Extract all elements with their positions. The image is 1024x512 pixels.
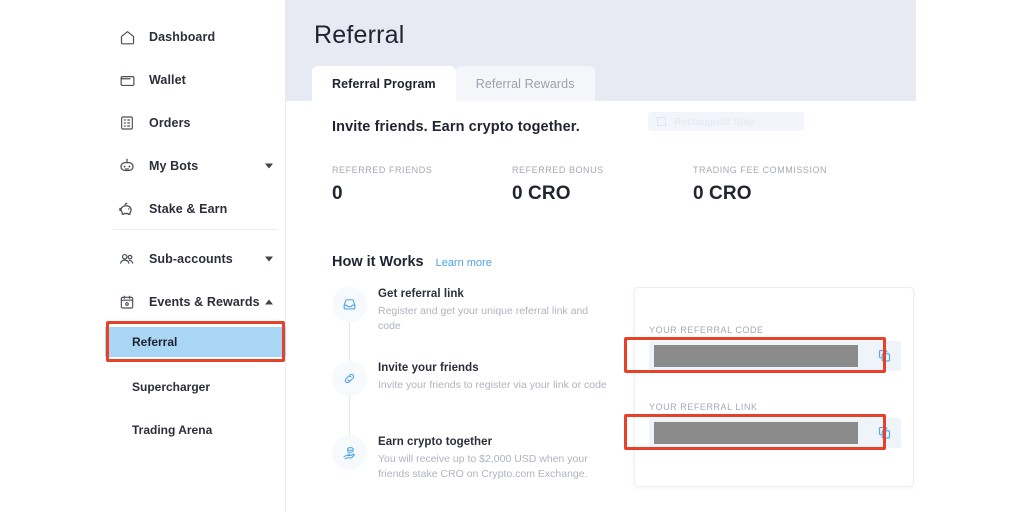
app-root: Dashboard Wallet Orders My Bots Stake & … (0, 0, 1024, 512)
step-text: Earn crypto together You will receive up… (378, 435, 610, 482)
stat-label: REFERRED BONUS (512, 165, 604, 175)
rectangular-snip-overlay: Rectangular Snip (648, 112, 804, 131)
link-icon (332, 361, 367, 396)
sidebar-item-dashboard[interactable]: Dashboard (105, 20, 286, 54)
sidebar-item-trading-arena[interactable]: Trading Arena (105, 415, 286, 445)
step-get-referral-link: Get referral link Register and get your … (332, 287, 612, 334)
home-icon (116, 26, 138, 48)
referral-code-label: YOUR REFERRAL CODE (649, 325, 764, 335)
referral-code-card: YOUR REFERRAL CODE YOUR REFERRAL LINK (634, 287, 914, 487)
sidebar-item-label: Events & Rewards (149, 295, 260, 309)
sidebar-item-stake-and-earn[interactable]: Stake & Earn (105, 192, 286, 226)
sidebar-item-supercharger[interactable]: Supercharger (105, 372, 286, 402)
stat-value: 0 CRO (693, 183, 752, 204)
how-it-works-title: How it Works (332, 254, 424, 270)
sidebar-subitem-label: Referral (132, 335, 178, 349)
learn-more-link[interactable]: Learn more (436, 257, 492, 269)
tab-referral-program[interactable]: Referral Program (312, 66, 456, 101)
sidebar-item-wallet[interactable]: Wallet (105, 63, 286, 97)
sidebar-item-label: Orders (149, 116, 191, 130)
copy-icon[interactable] (877, 349, 892, 364)
step-description: You will receive up to $2,000 USD when y… (378, 453, 588, 480)
step-text: Invite your friends Invite your friends … (378, 361, 610, 396)
chevron-up-icon[interactable] (265, 299, 273, 305)
orders-icon (116, 112, 138, 134)
coins-hand-icon (332, 435, 367, 470)
sidebar-item-label: Dashboard (149, 30, 216, 44)
sidebar-item-label: Stake & Earn (149, 202, 228, 216)
page-title: Referral (314, 21, 405, 49)
sidebar-item-events-and-rewards[interactable]: Events & Rewards (105, 285, 286, 319)
stat-trading-fee-commission: TRADING FEE COMMISSION 0 CRO (693, 165, 827, 205)
referral-program-panel: Invite friends. Earn crypto together. Re… (304, 101, 1020, 491)
referral-code-redaction (654, 345, 858, 367)
tab-referral-rewards[interactable]: Referral Rewards (455, 66, 595, 101)
sidebar-item-orders[interactable]: Orders (105, 106, 286, 140)
referral-link-input[interactable] (649, 418, 901, 448)
step-title: Earn crypto together (378, 436, 493, 448)
stat-referred-bonus: REFERRED BONUS 0 CRO (512, 165, 604, 205)
stat-referred-friends: REFERRED FRIENDS 0 (332, 165, 432, 205)
sidebar-item-sub-accounts[interactable]: Sub-accounts (105, 242, 286, 276)
step-earn-crypto-together: Earn crypto together You will receive up… (332, 435, 612, 482)
referral-code-input[interactable] (649, 341, 901, 371)
tab-bar: Referral Program Referral Rewards (312, 66, 595, 101)
stat-value: 0 CRO (512, 183, 571, 204)
invite-heading: Invite friends. Earn crypto together. (332, 119, 580, 135)
sidebar: Dashboard Wallet Orders My Bots Stake & … (105, 0, 286, 512)
sidebar-item-label: My Bots (149, 159, 199, 173)
wallet-icon (116, 69, 138, 91)
chevron-down-icon[interactable] (265, 163, 273, 169)
snip-icon (657, 117, 666, 126)
sidebar-item-label: Wallet (149, 73, 186, 87)
piggy-bank-icon (116, 198, 138, 220)
sidebar-item-label: Sub-accounts (149, 252, 233, 266)
step-title: Invite your friends (378, 362, 479, 374)
robot-icon (116, 155, 138, 177)
main-content: Referral Referral Program Referral Rewar… (286, 0, 1024, 512)
sidebar-item-my-bots[interactable]: My Bots (105, 149, 286, 183)
stat-value: 0 (332, 183, 343, 204)
inbox-icon (332, 287, 367, 322)
how-it-works-header: How it Works Learn more (332, 254, 492, 270)
copy-icon[interactable] (877, 426, 892, 441)
step-description: Register and get your unique referral li… (378, 305, 589, 332)
sidebar-divider (113, 229, 278, 230)
step-title: Get referral link (378, 288, 464, 300)
sidebar-item-referral[interactable]: Referral (105, 327, 286, 357)
stat-label: REFERRED FRIENDS (332, 165, 433, 175)
snip-label: Rectangular Snip (674, 115, 755, 128)
step-text: Get referral link Register and get your … (378, 287, 610, 334)
sidebar-subitem-label: Trading Arena (132, 423, 213, 437)
tab-label: Referral Rewards (475, 76, 575, 91)
stat-label: TRADING FEE COMMISSION (693, 165, 828, 175)
tab-label: Referral Program (332, 76, 436, 91)
referral-link-redaction (654, 422, 858, 444)
chevron-down-icon[interactable] (265, 256, 273, 262)
referral-link-label: YOUR REFERRAL LINK (649, 402, 758, 412)
sidebar-subitem-label: Supercharger (132, 380, 211, 394)
calendar-icon (116, 291, 138, 313)
step-invite-your-friends: Invite your friends Invite your friends … (332, 361, 612, 396)
users-icon (116, 248, 138, 270)
step-description: Invite your friends to register via your… (378, 379, 607, 391)
